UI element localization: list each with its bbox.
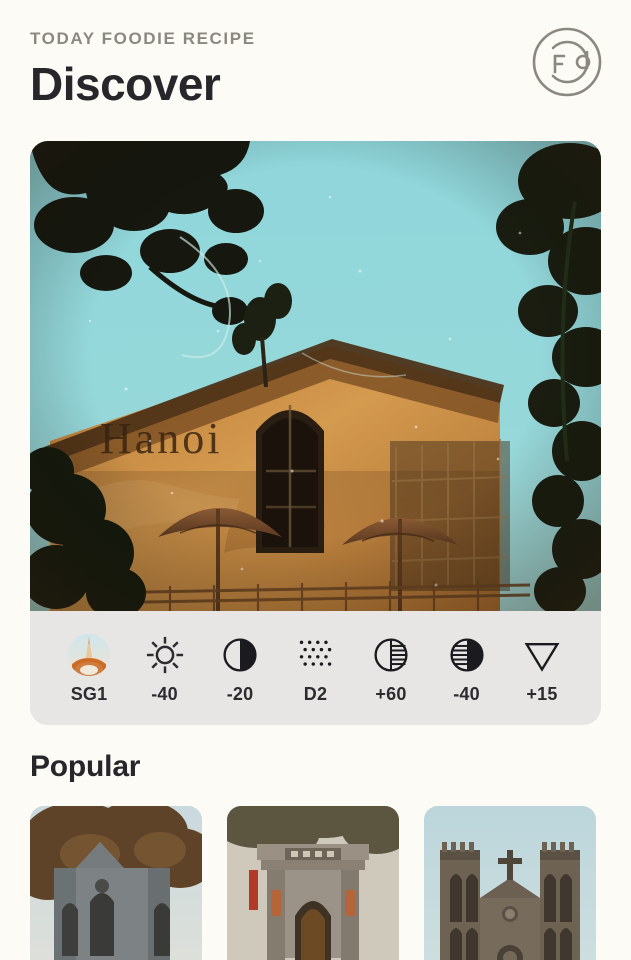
tool-brightness[interactable]: -40: [132, 634, 198, 703]
header: TODAY FOODIE RECIPE Discover: [0, 0, 631, 141]
tool-value: -20: [226, 683, 254, 704]
grain-dots-icon: [297, 634, 335, 676]
tool-value: -40: [453, 683, 480, 704]
popular-card[interactable]: [227, 806, 399, 960]
popular-card[interactable]: [30, 806, 202, 960]
tool-preset[interactable]: SG1: [56, 633, 122, 704]
hero-card[interactable]: Hanoi: [30, 141, 601, 725]
tool-grain[interactable]: D2: [283, 634, 349, 703]
contrast-half-circle-icon: [221, 634, 259, 676]
tool-value: +60: [375, 683, 407, 704]
highlights-lined-circle-icon: [372, 634, 410, 676]
tool-value: +15: [526, 683, 558, 704]
tool-contrast[interactable]: -20: [207, 634, 273, 703]
vignette-triangle-icon: [523, 634, 561, 676]
tool-value: D2: [303, 683, 328, 704]
tool-highlights[interactable]: +60: [358, 634, 424, 703]
popular-card-row: [30, 806, 631, 960]
tool-vignette[interactable]: +15: [509, 634, 575, 703]
popular-section-title: Popular: [30, 750, 141, 783]
shadows-filled-circle-icon: [448, 634, 486, 676]
hero-photo: Hanoi: [30, 141, 601, 611]
discover-screen: TODAY FOODIE RECIPE Discover SG1 -40 -20…: [0, 0, 631, 960]
popular-card[interactable]: [424, 806, 596, 960]
page-title: Discover: [30, 57, 221, 110]
preset-thumbnail-icon: [68, 633, 110, 676]
foodie-circle-logo-icon[interactable]: [531, 26, 603, 98]
tool-value: -40: [151, 683, 178, 704]
eyebrow-label: TODAY FOODIE RECIPE: [30, 29, 256, 48]
edit-toolbar: SG1 -40 -20 D2 +60 -40 +15: [30, 611, 601, 725]
tool-shadows[interactable]: -40: [434, 634, 500, 703]
tool-value: SG1: [70, 683, 108, 704]
brightness-sun-icon: [145, 634, 185, 676]
